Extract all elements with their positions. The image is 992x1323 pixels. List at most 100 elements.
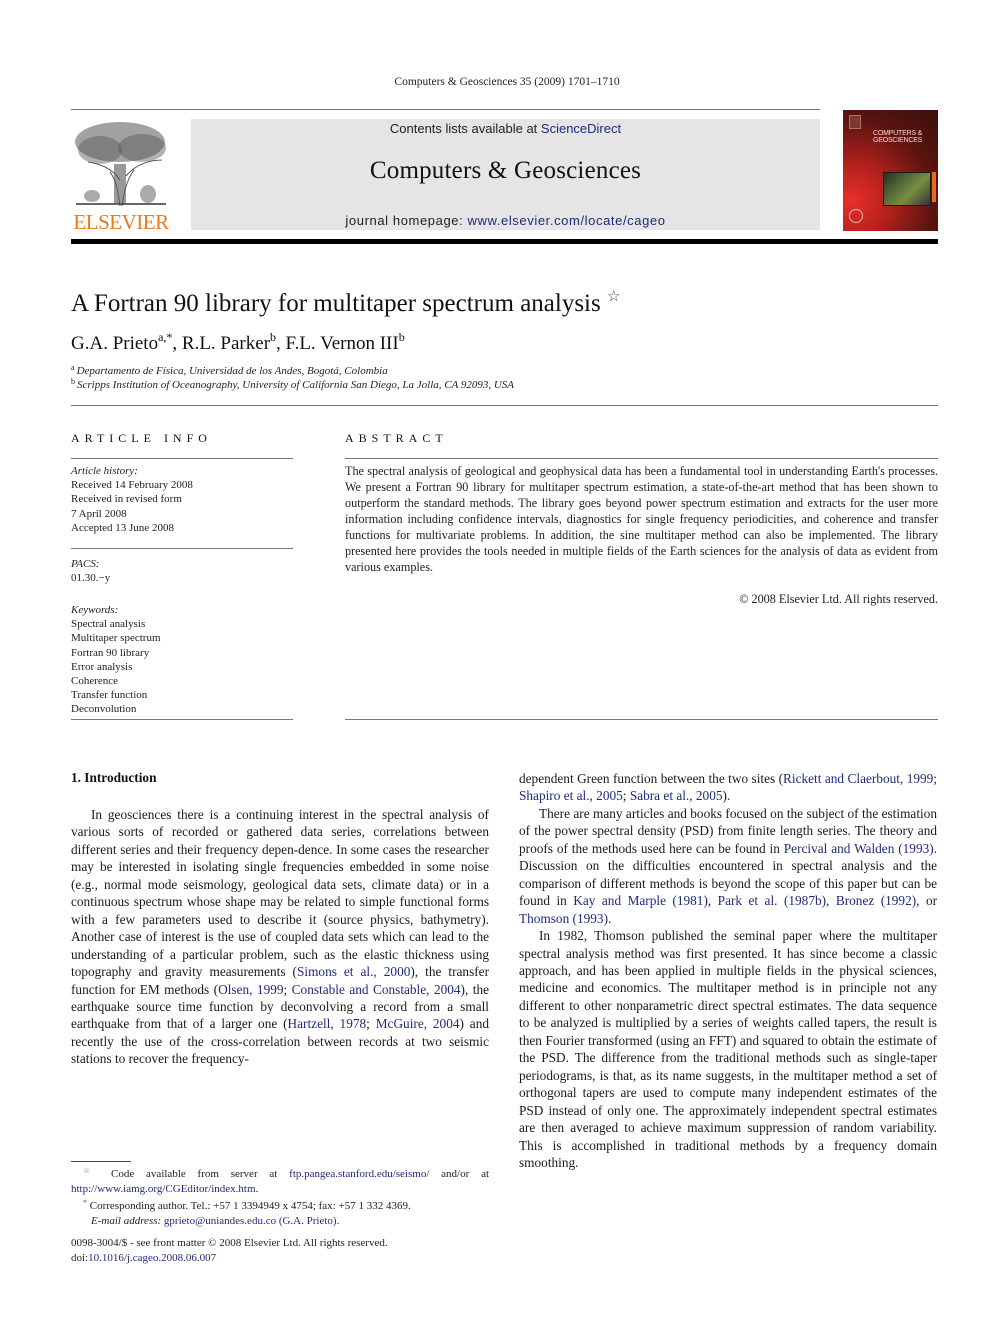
keywords-block: Keywords: Spectral analysis Multitaper s… (71, 603, 293, 717)
header-thick-rule (71, 239, 938, 244)
contents-prefix: Contents lists available at (389, 121, 541, 136)
footnote-email: E-mail address: gprieto@uniandes.edu.co … (71, 1214, 489, 1229)
email-label: E-mail address: (91, 1214, 162, 1227)
paragraph-text: ; (366, 1016, 376, 1032)
section-divider (71, 405, 938, 406)
contents-line: Contents lists available at ScienceDirec… (191, 121, 820, 136)
affiliation-text: Departamento de Física, Universidad de l… (76, 365, 388, 377)
elsevier-logo[interactable]: ELSEVIER (70, 120, 172, 234)
footnote-corresponding: * Corresponding author. Tel.: +57 1 3394… (71, 1196, 489, 1214)
cover-title-line1: COMPUTERS & (873, 130, 923, 137)
sciencedirect-link[interactable]: ScienceDirect (541, 121, 621, 136)
paragraph-text: dependent Green function between the two… (519, 771, 784, 786)
abstract-text: The spectral analysis of geological and … (345, 464, 938, 574)
citation-link[interactable]: Thomson (1993) (519, 911, 608, 926)
front-matter: 0098-3004/$ - see front matter © 2008 El… (71, 1236, 388, 1265)
citation-link[interactable]: Shapiro et al., 2005 (519, 788, 623, 803)
paragraph: There are many articles and books focuse… (519, 805, 937, 927)
footnote-text: . (255, 1182, 259, 1195)
journal-name: Computers & Geosciences (369, 157, 642, 184)
affiliation-text: Scripps Institution of Oceanography, Uni… (77, 379, 515, 391)
paragraph-text: , or (916, 893, 938, 909)
citation-link[interactable]: Simons et al., 2000 (297, 964, 410, 979)
citation-link[interactable]: Rickett and Claerbout, 1999 (783, 771, 933, 786)
keyword: Deconvolution (71, 703, 137, 716)
paragraph-text: ; (622, 788, 630, 804)
paragraph: In 1982, Thomson published the seminal p… (519, 928, 937, 1170)
citation-link[interactable]: Hartzell, 1978 (288, 1016, 367, 1031)
paragraph-text: ). (722, 788, 731, 804)
pacs-block: PACS: 01.30.−y (71, 557, 293, 585)
author-list: G.A. Prietoa,*, R.L. Parkerb, F.L. Verno… (71, 330, 405, 354)
running-head: Computers & Geosciences 35 (2009) 1701–1… (394, 76, 620, 88)
author-affil-mark[interactable]: b (270, 330, 276, 344)
divider (345, 719, 938, 720)
footnote-star-icon: ☆ (83, 1166, 100, 1175)
citation-link[interactable]: McGuire, 2004 (376, 1016, 460, 1031)
journal-homepage-link[interactable]: www.elsevier.com/locate/cageo (468, 213, 666, 228)
footnote-text: and/or at (429, 1168, 490, 1180)
keywords-label: Keywords: (71, 604, 119, 616)
author-affil-mark[interactable]: b (399, 330, 405, 344)
article-history: Article history: Received 14 February 20… (71, 464, 293, 535)
footnotes: ☆ Code available from server at ftp.pang… (71, 1164, 489, 1228)
author-name[interactable]: F.L. Vernon III (286, 333, 399, 354)
affiliation-mark: a (71, 363, 75, 372)
cover-accent-strip (932, 172, 936, 202)
doi-link[interactable]: 10.1016/j.cageo.2008.06.007 (88, 1252, 216, 1264)
footnote-text: . (336, 1214, 340, 1227)
history-item: Received 14 February 2008 (71, 479, 193, 492)
cover-emblem-icon (849, 209, 863, 223)
author-affil-mark[interactable]: a,* (158, 330, 172, 344)
divider (71, 458, 293, 459)
elsevier-wordmark: ELSEVIER (73, 210, 169, 234)
author-name[interactable]: G.A. Prieto (71, 333, 158, 354)
doi-prefix: doi: (71, 1251, 89, 1264)
abstract-copyright: © 2008 Elsevier Ltd. All rights reserved… (739, 592, 938, 606)
citation-link[interactable]: Olsen, 1999 (218, 982, 283, 997)
citation-link[interactable]: Sabra et al., 2005 (630, 788, 723, 803)
body-column-left: In geosciences there is a continuing int… (71, 806, 489, 1068)
history-item: Accepted 13 June 2008 (71, 521, 174, 534)
email-link[interactable]: gprieto@uniandes.edu.co (G.A. Prieto) (164, 1215, 337, 1227)
body-column-right: dependent Green function between the two… (519, 770, 937, 1171)
section-heading-introduction: 1. Introduction (71, 770, 157, 785)
author-name[interactable]: R.L. Parker (182, 333, 270, 354)
issn-line: 0098-3004/$ - see front matter © 2008 El… (71, 1237, 388, 1249)
homepage-prefix: journal homepage: (345, 213, 468, 228)
history-item: Received in revised form (71, 493, 182, 506)
article-info-heading: ARTICLE INFO (71, 431, 212, 445)
citation-link[interactable]: Kay and Marple (1981) (573, 893, 708, 908)
cover-title: COMPUTERS & GEOSCIENCES (873, 130, 922, 144)
iamg-link[interactable]: http://www.iamg.org/CGEditor/index.htm (71, 1183, 256, 1195)
paragraph-text: . (608, 910, 612, 926)
ftp-link[interactable]: ftp.pangea.stanford.edu/seismo/ (289, 1168, 429, 1180)
journal-cover-image[interactable]: COMPUTERS & GEOSCIENCES (843, 110, 938, 231)
divider (71, 719, 293, 720)
history-label: Article history: (71, 465, 138, 477)
keyword: Fortran 90 library (71, 646, 150, 659)
header-rule (71, 109, 820, 110)
citation-link[interactable]: Bronez (1992) (836, 893, 916, 908)
footnote-text: Code available from server at (99, 1168, 290, 1180)
article-title-text: A Fortran 90 library for multitaper spec… (71, 290, 601, 317)
doi-line: doi:10.1016/j.cageo.2008.06.007 (71, 1251, 388, 1266)
paragraph-text: , (707, 893, 718, 909)
footnote-text: Corresponding author. Tel.: +57 1 339494… (87, 1200, 411, 1212)
paragraph-text: , (826, 893, 836, 909)
footnote-code: ☆ Code available from server at ftp.pang… (71, 1164, 489, 1196)
keyword: Error analysis (71, 660, 133, 673)
homepage-line: journal homepage: www.elsevier.com/locat… (191, 213, 820, 228)
affiliation-mark: b (71, 377, 75, 386)
keyword: Multitaper spectrum (71, 632, 161, 645)
citation-link[interactable]: Park et al. (1987b) (718, 893, 826, 908)
affiliation: b Scripps Institution of Oceanography, Un… (71, 377, 514, 391)
citation-link[interactable]: Constable and Constable, 2004 (292, 982, 461, 997)
cover-publisher-mark (849, 115, 861, 129)
paragraph-text: ; (283, 981, 292, 997)
footnote-rule (71, 1161, 131, 1162)
citation-link[interactable]: Percival and Walden (1993) (784, 841, 934, 856)
journal-masthead: Contents lists available at ScienceDirec… (191, 119, 820, 230)
affiliation: a Departamento de Física, Universidad de … (71, 363, 388, 377)
title-footnote-star-icon[interactable]: ☆ (607, 289, 620, 305)
